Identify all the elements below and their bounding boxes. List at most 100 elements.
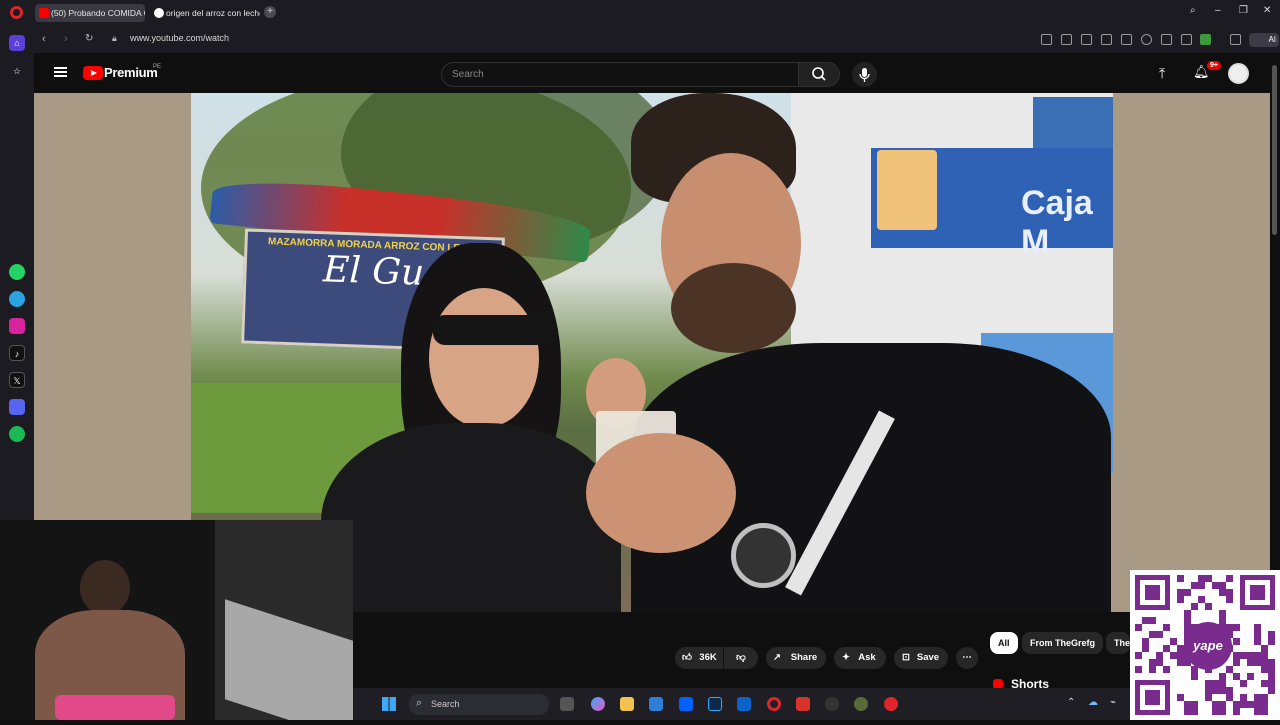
qr-module xyxy=(1149,617,1156,624)
voice-search-button[interactable] xyxy=(852,62,877,87)
qr-module xyxy=(1254,701,1261,708)
tab-google-search[interactable]: origen del arroz con leche xyxy=(150,4,260,22)
x-icon[interactable]: 𝕏 xyxy=(9,372,25,388)
video-actions-row: 👍︎ 36K 👎︎ ↗ Share ✦ Ask ⊡ Save ⋯ All Fro… xyxy=(353,612,1130,691)
wps-icon[interactable] xyxy=(796,697,810,711)
url-field[interactable]: www.youtube.com/watch xyxy=(130,33,229,43)
bank-sign: Caja M xyxy=(871,148,1113,261)
forward-icon[interactable]: › xyxy=(64,33,68,45)
qr-module xyxy=(1198,582,1205,589)
close-icon[interactable]: ✕ xyxy=(1263,5,1271,16)
qr-module xyxy=(1184,701,1191,708)
new-tab-button[interactable]: + xyxy=(264,6,276,18)
obs-icon[interactable] xyxy=(825,697,839,711)
hamburger-menu-icon[interactable] xyxy=(54,67,67,77)
bank-crest-icon xyxy=(877,150,937,230)
qr-module xyxy=(1149,659,1156,666)
qr-module xyxy=(1268,666,1275,673)
share-button[interactable]: ↗ Share xyxy=(766,647,826,669)
discord-icon[interactable] xyxy=(9,399,25,415)
snapshot-icon[interactable] xyxy=(1041,34,1052,45)
qr-module xyxy=(1254,624,1261,631)
tab-youtube-video[interactable]: (50) Probando COMIDA C xyxy=(35,4,145,22)
spotify-icon[interactable] xyxy=(9,426,25,442)
taskbar-search-box[interactable]: ⌕ Search xyxy=(409,694,549,715)
tray-chevron-icon[interactable]: ⌃ xyxy=(1067,697,1075,708)
chip-all[interactable]: All xyxy=(990,632,1018,654)
qr-module xyxy=(1268,673,1275,680)
page-scrollbar[interactable] xyxy=(1270,53,1280,520)
download-icon[interactable] xyxy=(1161,34,1172,45)
qr-module xyxy=(1177,652,1184,659)
youtube-premium-label[interactable]: Premium xyxy=(104,65,158,80)
qr-module xyxy=(1191,603,1198,610)
file-explorer-icon[interactable] xyxy=(620,697,634,711)
instagram-icon[interactable] xyxy=(9,318,25,334)
qr-module xyxy=(1254,638,1261,645)
profile-badge-icon[interactable] xyxy=(1200,34,1211,45)
qr-module xyxy=(1233,659,1240,666)
qr-module xyxy=(1212,582,1219,589)
tiktok-icon[interactable]: ♪ xyxy=(9,345,25,361)
app-icon[interactable] xyxy=(854,697,868,711)
qr-module xyxy=(1233,708,1240,715)
telegram-icon[interactable] xyxy=(9,291,25,307)
search-input[interactable]: Search xyxy=(441,62,799,87)
more-actions-button[interactable]: ⋯ xyxy=(956,647,978,669)
windows-start-icon[interactable] xyxy=(382,697,396,711)
dropbox-icon[interactable] xyxy=(679,697,693,711)
app-red-icon[interactable] xyxy=(884,697,898,711)
camera-icon[interactable] xyxy=(1061,34,1072,45)
adblock-icon[interactable] xyxy=(1081,34,1092,45)
search-button[interactable] xyxy=(798,62,840,87)
store-icon[interactable] xyxy=(649,697,663,711)
aria-ai-button[interactable]: AI xyxy=(1249,33,1279,47)
qr-module xyxy=(1135,624,1142,631)
youtube-logo-icon[interactable] xyxy=(83,66,103,80)
qr-module xyxy=(1233,624,1240,631)
qr-module xyxy=(1254,631,1261,638)
pinboard-icon[interactable]: ☆ xyxy=(9,63,25,79)
whatsapp-icon[interactable] xyxy=(9,264,25,280)
opera-logo-icon[interactable] xyxy=(10,6,23,19)
save-button[interactable]: ⊡ Save xyxy=(894,647,948,669)
heart-icon[interactable] xyxy=(1141,34,1152,45)
qr-module xyxy=(1226,666,1233,673)
avatar[interactable] xyxy=(1228,63,1249,84)
youtube-header: Premium PE Search ⤒ 🔔︎ 9+ xyxy=(34,53,1270,93)
home-icon[interactable]: ⌂ xyxy=(9,35,25,51)
scrollbar-thumb[interactable] xyxy=(1272,65,1277,235)
outlook-icon[interactable] xyxy=(737,697,751,711)
qr-module xyxy=(1149,631,1156,638)
google-favicon-icon xyxy=(154,8,164,18)
task-view-icon[interactable] xyxy=(560,697,574,711)
ask-button[interactable]: ✦ Ask xyxy=(834,647,886,669)
qr-module xyxy=(1254,708,1261,715)
tray-network-icon[interactable]: ⌁ xyxy=(1110,697,1116,708)
chip-more[interactable]: The xyxy=(1106,632,1130,654)
photoshop-icon[interactable] xyxy=(708,697,722,711)
qr-module xyxy=(1240,694,1247,701)
send-icon[interactable] xyxy=(1121,34,1132,45)
share-label: Share xyxy=(790,652,818,663)
opera-taskbar-icon[interactable] xyxy=(767,697,781,711)
country-code: PE xyxy=(153,64,162,70)
chip-from-channel[interactable]: From TheGrefg xyxy=(1022,632,1104,654)
extensions-icon[interactable] xyxy=(1230,34,1241,45)
tray-cloud-icon[interactable]: ☁ xyxy=(1088,697,1098,708)
qr-module xyxy=(1247,652,1254,659)
reload-icon[interactable]: ↻ xyxy=(85,33,93,44)
vpn-icon[interactable] xyxy=(1101,34,1112,45)
dislike-button[interactable]: 👎︎ xyxy=(724,647,758,669)
upload-icon[interactable]: ⤒ xyxy=(1159,65,1165,82)
restore-icon[interactable]: ❐ xyxy=(1239,5,1248,16)
like-button[interactable]: 👍︎ 36K xyxy=(675,647,723,669)
menu-icon[interactable] xyxy=(1181,34,1192,45)
qr-module xyxy=(1219,687,1226,694)
minimize-icon[interactable]: – xyxy=(1215,5,1221,16)
back-icon[interactable]: ‹ xyxy=(42,33,46,45)
qr-module xyxy=(1205,603,1212,610)
qr-module xyxy=(1240,701,1247,708)
copilot-icon[interactable] xyxy=(591,697,605,711)
tab-search-icon[interactable]: ⌕ xyxy=(1190,5,1196,16)
